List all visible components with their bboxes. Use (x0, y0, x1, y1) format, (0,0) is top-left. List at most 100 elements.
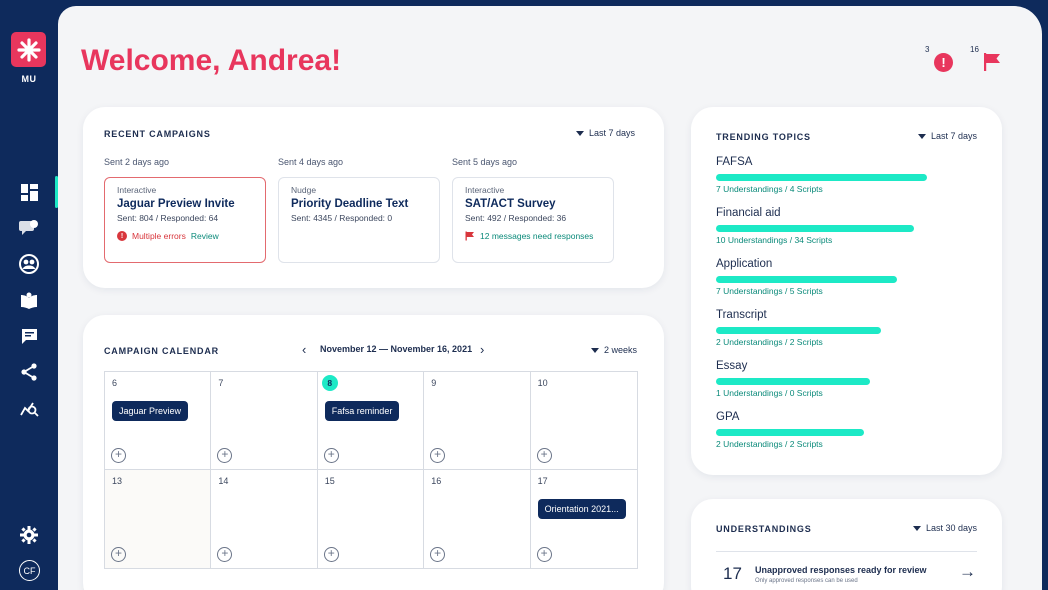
trending-topic-item[interactable]: Essay 1 Understandings / 0 Scripts (716, 360, 976, 398)
campaign-card-jaguar[interactable]: Interactive Jaguar Preview Invite Sent: … (104, 177, 266, 263)
topic-name: Financial aid (716, 207, 781, 219)
topic-bar (716, 276, 897, 283)
calendar-date-range: November 12 — November 16, 2021 (320, 344, 473, 354)
trending-topic-item[interactable]: FAFSA 7 Understandings / 4 Scripts (716, 156, 976, 194)
main-content: Welcome, Andrea! 3 ! 16 RECENT CAMPAIGNS… (58, 6, 1042, 590)
alert-icon[interactable]: ! (934, 53, 953, 72)
topic-meta: 2 Understandings / 2 Scripts (716, 439, 823, 449)
calendar-day-cell[interactable]: 13 + (105, 470, 212, 568)
add-event-button[interactable]: + (217, 547, 233, 562)
campaign-type: Interactive (465, 185, 505, 195)
add-event-button[interactable]: + (217, 448, 233, 463)
topic-meta: 1 Understandings / 0 Scripts (716, 388, 823, 398)
prev-week-chevron-icon[interactable]: ‹ (302, 342, 306, 357)
add-event-button[interactable]: + (430, 448, 446, 463)
day-number: 15 (324, 476, 335, 486)
trending-topic-item[interactable]: Application 7 Understandings / 5 Scripts (716, 258, 976, 296)
trending-range-select[interactable]: Last 7 days (918, 131, 977, 141)
topic-meta: 7 Understandings / 4 Scripts (716, 184, 823, 194)
topic-bar (716, 378, 870, 385)
topic-name: Transcript (716, 309, 767, 321)
topic-meta: 10 Understandings / 34 Scripts (716, 235, 833, 245)
understandings-range-select[interactable]: Last 30 days (913, 523, 977, 533)
campaign-status: Multiple errors (132, 231, 186, 241)
day-number: 6 (112, 378, 118, 388)
arrow-right-icon[interactable]: → (959, 562, 976, 582)
people-icon[interactable] (19, 254, 39, 274)
error-icon: ! (117, 231, 127, 241)
topic-name: FAFSA (716, 156, 753, 168)
asterisk-icon (16, 37, 41, 62)
range-label: Last 7 days (589, 128, 636, 138)
share-icon[interactable] (19, 362, 39, 382)
day-number: 10 (537, 378, 548, 388)
add-event-button[interactable]: + (323, 448, 339, 463)
day-number: 13 (112, 476, 123, 486)
calendar-event[interactable]: Fafsa reminder (324, 401, 400, 421)
chat-bubbles-icon[interactable] (19, 218, 39, 238)
add-event-button[interactable]: + (111, 448, 126, 463)
user-avatar[interactable]: CF (19, 560, 40, 581)
calendar-day-cell[interactable]: 8 Fafsa reminder + (317, 372, 425, 470)
calendar-range-select[interactable]: 2 weeks (591, 345, 637, 355)
dashboard-icon[interactable] (19, 182, 39, 202)
recent-campaigns-title: RECENT CAMPAIGNS (104, 129, 211, 139)
topic-meta: 2 Understandings / 2 Scripts (716, 337, 823, 347)
book-icon[interactable] (19, 290, 39, 310)
add-event-button[interactable]: + (536, 547, 552, 562)
understandings-subtext: Only approved responses can be used (755, 578, 858, 584)
trending-topics-title: TRENDING TOPICS (716, 132, 811, 142)
topic-bar (716, 174, 927, 181)
add-event-button[interactable]: + (111, 547, 126, 562)
user-initials: CF (23, 565, 36, 576)
review-link[interactable]: Review (191, 231, 219, 241)
recent-campaigns-range-select[interactable]: Last 7 days (576, 128, 635, 138)
campaign-name: Jaguar Preview Invite (117, 198, 235, 210)
campaign-name: SAT/ACT Survey (465, 198, 556, 210)
welcome-heading: Welcome, Andrea! (81, 44, 342, 77)
analytics-search-icon[interactable] (19, 398, 39, 418)
trending-topic-item[interactable]: GPA 2 Understandings / 2 Scripts (716, 411, 976, 449)
logo-text: MU (21, 74, 37, 84)
range-label: Last 7 days (931, 131, 978, 141)
campaign-type: Interactive (117, 185, 157, 195)
flag-icon (465, 231, 474, 241)
add-event-button[interactable]: + (430, 547, 446, 562)
calendar-event[interactable]: Orientation 2021... (537, 499, 626, 519)
calendar-day-cell[interactable]: 17 Orientation 2021... + (530, 470, 637, 568)
understandings-headline[interactable]: Unapproved responses ready for review (755, 565, 927, 575)
campaign-stats: Sent: 804 / Responded: 64 (117, 213, 219, 223)
calendar-day-cell[interactable]: 7 + (211, 372, 318, 470)
range-label: 2 weeks (604, 345, 638, 355)
calendar-event[interactable]: Jaguar Preview (112, 401, 189, 421)
topic-bar (716, 327, 881, 334)
next-week-chevron-icon[interactable]: › (480, 342, 484, 357)
sent-label: Sent 4 days ago (278, 157, 344, 167)
calendar-day-cell[interactable]: 16 + (424, 470, 531, 568)
calendar-grid: 6 Jaguar Preview + 7 + 8 Fafsa reminder … (104, 371, 638, 569)
campaign-type: Nudge (291, 185, 317, 195)
add-event-button[interactable]: + (536, 448, 552, 463)
logo[interactable] (11, 32, 46, 67)
topic-name: Application (716, 258, 773, 270)
sidebar: MU CF (0, 0, 58, 590)
campaign-status[interactable]: 12 messages need responses (480, 231, 593, 241)
calendar-day-cell[interactable]: 9 + (424, 372, 531, 470)
caret-down-icon (918, 133, 926, 139)
calendar-day-cell[interactable]: 15 + (317, 470, 425, 568)
campaign-card-priority[interactable]: Nudge Priority Deadline Text Sent: 4345 … (278, 177, 440, 263)
calendar-day-cell[interactable]: 6 Jaguar Preview + (105, 372, 212, 470)
trending-topic-item[interactable]: Transcript 2 Understandings / 2 Scripts (716, 309, 976, 347)
trending-topic-item[interactable]: Financial aid 10 Understandings / 34 Scri… (716, 207, 976, 245)
campaign-card-satact[interactable]: Interactive SAT/ACT Survey Sent: 492 / R… (452, 177, 614, 263)
message-icon[interactable] (19, 326, 39, 346)
add-event-button[interactable]: + (323, 547, 339, 562)
flag-icon[interactable] (983, 52, 1002, 77)
sent-label: Sent 5 days ago (452, 157, 518, 167)
topic-name: Essay (716, 360, 748, 372)
settings-gear-icon[interactable] (19, 525, 39, 545)
topic-bar (716, 429, 864, 436)
calendar-day-cell[interactable]: 14 + (211, 470, 318, 568)
alerts-count: 3 (925, 45, 930, 54)
calendar-day-cell[interactable]: 10 + (530, 372, 637, 470)
